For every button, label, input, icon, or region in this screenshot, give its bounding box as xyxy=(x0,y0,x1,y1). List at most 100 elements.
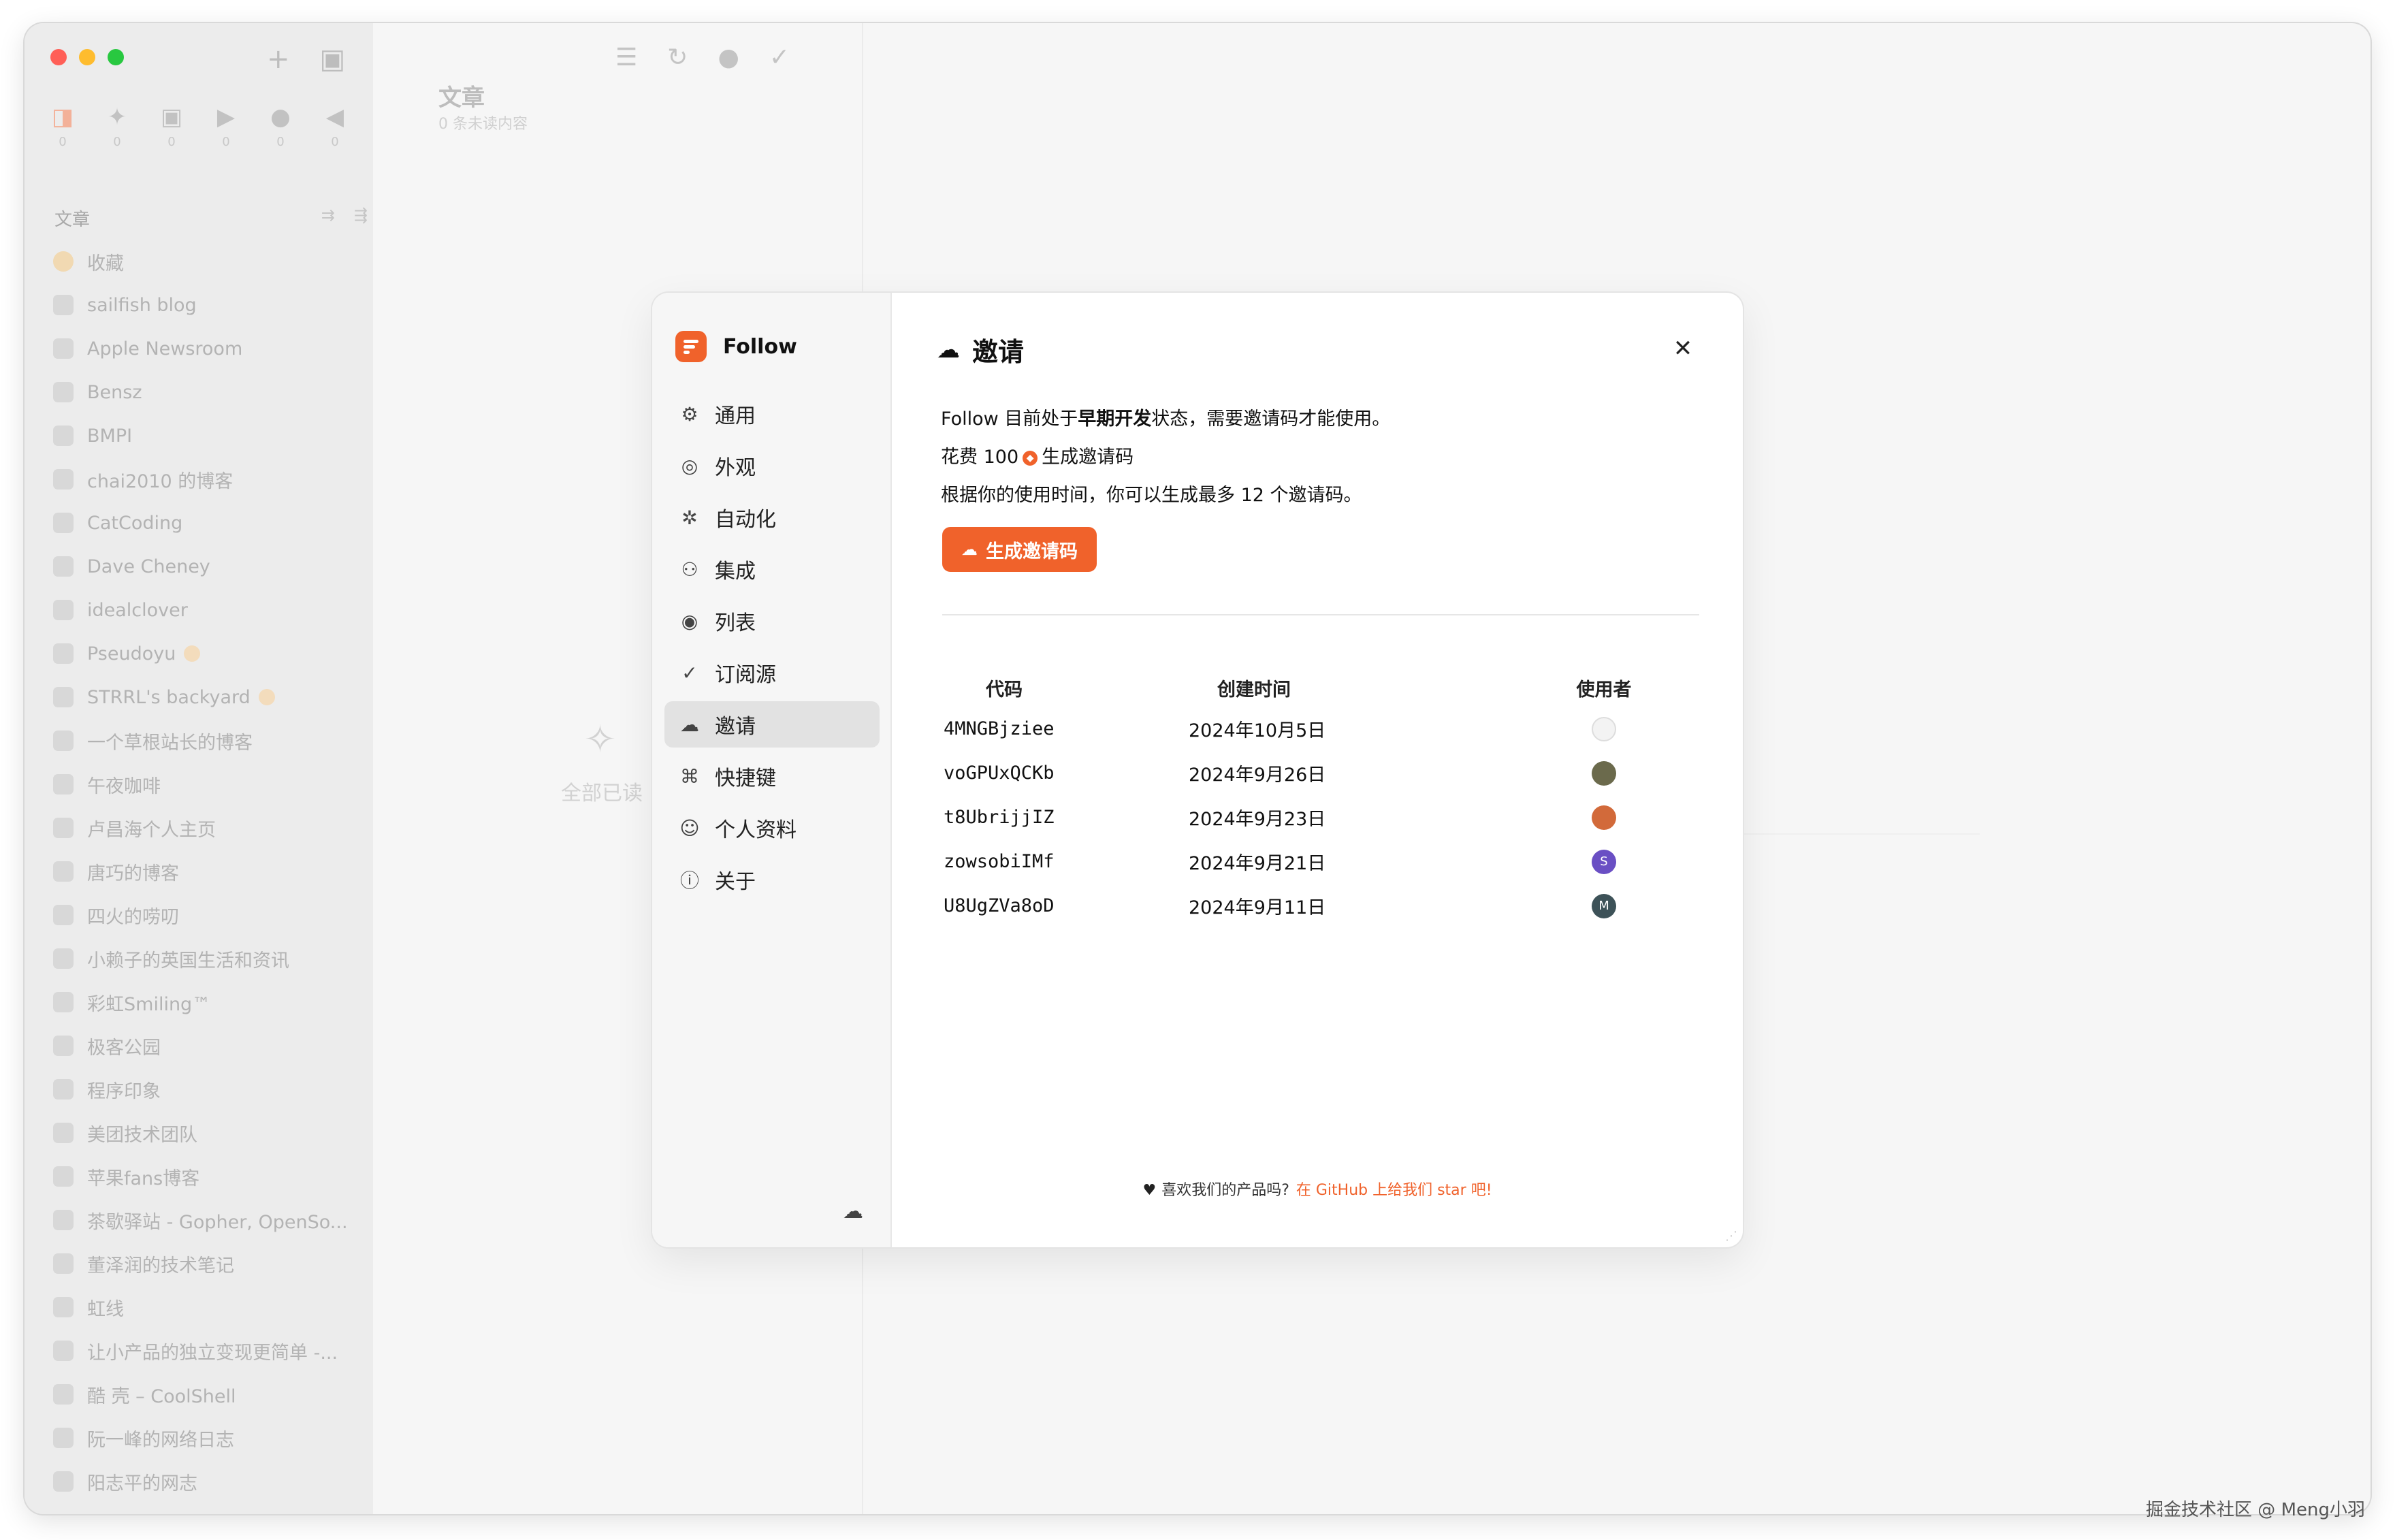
bird-icon: ✦ xyxy=(107,103,127,131)
nav-item-3[interactable]: ⚇ 集成 xyxy=(664,546,880,592)
invite-code[interactable]: t8UbrijjIZ xyxy=(942,807,1189,828)
refresh-icon[interactable]: ↻ xyxy=(667,44,688,71)
feed-item[interactable]: CatCoding xyxy=(53,501,366,545)
view-videos[interactable]: ▶ 0 xyxy=(214,103,238,149)
feed-item[interactable]: 极客公园 xyxy=(53,1024,366,1068)
nav-item-7[interactable]: ⌘ 快捷键 xyxy=(664,753,880,799)
avatar[interactable] xyxy=(1592,805,1616,830)
avatar[interactable]: S xyxy=(1592,849,1616,874)
feed-item[interactable]: Bensz xyxy=(53,370,366,414)
resize-handle-icon[interactable]: ⋰ xyxy=(1725,1229,1737,1243)
feed-item[interactable]: idealclover xyxy=(53,588,366,632)
feed-item[interactable]: 酷 壳 – CoolShell xyxy=(53,1373,366,1416)
feed-favicon-icon xyxy=(53,1297,74,1317)
add-icon[interactable]: + xyxy=(267,44,290,75)
nav-item-1[interactable]: ◎ 外观 xyxy=(664,443,880,489)
feed-item[interactable]: 卢昌海个人主页 xyxy=(53,806,366,850)
list-view-icon[interactable]: ☰ xyxy=(615,44,637,71)
feed-item[interactable]: 午夜咖啡 xyxy=(53,763,366,806)
view-articles[interactable]: ◨ 0 xyxy=(50,103,75,149)
feed-label: 程序印象 xyxy=(87,1080,161,1102)
close-icon[interactable]: ✕ xyxy=(1669,335,1697,362)
feed-item[interactable]: 阮一峰的网络日志 xyxy=(53,1416,366,1460)
feed-favicon-icon xyxy=(53,1471,74,1492)
feed-label: STRRL's backyard xyxy=(87,686,251,708)
avatar[interactable] xyxy=(1592,760,1616,786)
feed-favicon-icon xyxy=(53,643,74,664)
feed-favicon-icon xyxy=(53,600,74,620)
feed-item[interactable]: 董泽润的技术笔记 xyxy=(53,1242,366,1285)
view-pictures[interactable]: ▣ 0 xyxy=(159,103,184,149)
invite-code[interactable]: voGPUxQCKb xyxy=(942,763,1189,784)
zoom-window-button[interactable] xyxy=(108,49,124,65)
close-window-button[interactable] xyxy=(50,49,67,65)
nav-icon: ⓘ xyxy=(679,869,699,892)
feed-item[interactable]: 收藏 xyxy=(53,240,366,283)
profile-card-icon[interactable]: ▣ xyxy=(320,44,346,75)
feed-favicon-icon xyxy=(53,1079,74,1100)
generate-invite-button[interactable]: ☁ 生成邀请码 xyxy=(942,527,1097,572)
table-body: 4MNGBjziee 2024年10月5日 voGPUxQCKb 2024年9月26日… xyxy=(942,707,1699,928)
user-cell xyxy=(1509,716,1699,741)
feed-item[interactable]: BMPI xyxy=(53,414,366,458)
mark-all-read-icon[interactable]: ✓ xyxy=(769,44,790,71)
feed-label: sailfish blog xyxy=(87,294,197,316)
invite-code[interactable]: zowsobiIMf xyxy=(942,851,1189,872)
filter-unread-icon[interactable]: ● xyxy=(718,44,739,71)
invite-code[interactable]: 4MNGBjziee xyxy=(942,718,1189,739)
avatar[interactable] xyxy=(1592,716,1616,741)
feed-item[interactable]: 美团技术团队 xyxy=(53,1111,366,1155)
unread-count: 0 xyxy=(167,135,176,149)
feed-item[interactable]: 茶歇驿站 - Gopher, OpenSo... xyxy=(53,1198,366,1242)
nav-item-6[interactable]: ☁ 邀请 xyxy=(664,701,880,748)
nav-item-4[interactable]: ◉ 列表 xyxy=(664,598,880,644)
github-star-link[interactable]: 在 GitHub 上给我们 star 吧! xyxy=(1296,1182,1492,1199)
invite-code[interactable]: U8UgZVa8oD xyxy=(942,895,1189,916)
nav-item-0[interactable]: ⚙ 通用 xyxy=(664,391,880,437)
nav-item-8[interactable]: ☺ 个人资料 xyxy=(664,805,880,851)
feed-item[interactable]: 虹线 xyxy=(53,1285,366,1329)
feed-item[interactable]: chai2010 的博客 xyxy=(53,458,366,501)
nav-item-2[interactable]: ✲ 自动化 xyxy=(664,494,880,541)
view-social[interactable]: ✦ 0 xyxy=(105,103,129,149)
verified-badge-icon xyxy=(258,689,275,705)
feed-item[interactable]: 小赖子的英国生活和资讯 xyxy=(53,937,366,980)
nav-label: 关于 xyxy=(715,870,756,894)
feed-item[interactable]: 苹果fans博客 xyxy=(53,1155,366,1198)
feed-favicon-icon xyxy=(53,1428,74,1448)
feed-item[interactable]: Pseudoyu xyxy=(53,632,366,675)
feed-item[interactable]: 四火的唠叨 xyxy=(53,893,366,937)
feed-item[interactable]: Apple Newsroom xyxy=(53,327,366,370)
nav-icon: ◎ xyxy=(681,454,698,477)
feed-item[interactable]: 让小产品的独立变现更简单 -... xyxy=(53,1329,366,1373)
sidebar-section-header: 文章 ⇉ ⇶ xyxy=(54,206,368,231)
feed-favicon-icon xyxy=(53,948,74,969)
feed-label: 极客公园 xyxy=(87,1037,161,1059)
nav-label: 通用 xyxy=(715,404,756,428)
panel-header: ☁ 邀请 xyxy=(937,331,1024,368)
avatar[interactable]: M xyxy=(1592,893,1616,918)
feed-item[interactable]: Dave Cheney xyxy=(53,545,366,588)
feed-item[interactable]: sailfish blog xyxy=(53,283,366,327)
collapse-all-icon[interactable]: ⇉ xyxy=(321,206,335,231)
minimize-window-button[interactable] xyxy=(79,49,95,65)
feed-favicon-icon xyxy=(53,338,74,359)
view-notifications[interactable]: ◀ 0 xyxy=(323,103,347,149)
view-switcher: ◨ 0 ✦ 0 ▣ 0 ▶ 0 ● 0 ◀ 0 xyxy=(50,103,347,149)
nav-item-9[interactable]: ⓘ 关于 xyxy=(664,856,880,903)
feed-item[interactable]: 阳志平的网志 xyxy=(53,1460,366,1503)
nav-item-5[interactable]: ✓ 订阅源 xyxy=(664,649,880,696)
divider xyxy=(942,614,1699,615)
feed-item[interactable]: STRRL's backyard xyxy=(53,675,366,719)
invite-cloud-icon[interactable]: ☁ xyxy=(843,1200,863,1223)
table-row: U8UgZVa8oD 2024年9月11日 M xyxy=(942,884,1699,928)
feed-item[interactable]: 程序印象 xyxy=(53,1068,366,1111)
sort-icon[interactable]: ⇶ xyxy=(354,206,368,231)
celebration-icon: ✧ xyxy=(584,718,616,762)
feed-item[interactable]: 唐巧的博客 xyxy=(53,850,366,893)
unread-summary: 0 条未读内容 xyxy=(438,116,528,133)
feed-item[interactable]: 彩虹Smiling™ xyxy=(53,980,366,1024)
feed-item[interactable]: 一个草根站长的博客 xyxy=(53,719,366,763)
view-audio[interactable]: ● 0 xyxy=(268,103,293,149)
microphone-icon: ● xyxy=(270,103,291,131)
